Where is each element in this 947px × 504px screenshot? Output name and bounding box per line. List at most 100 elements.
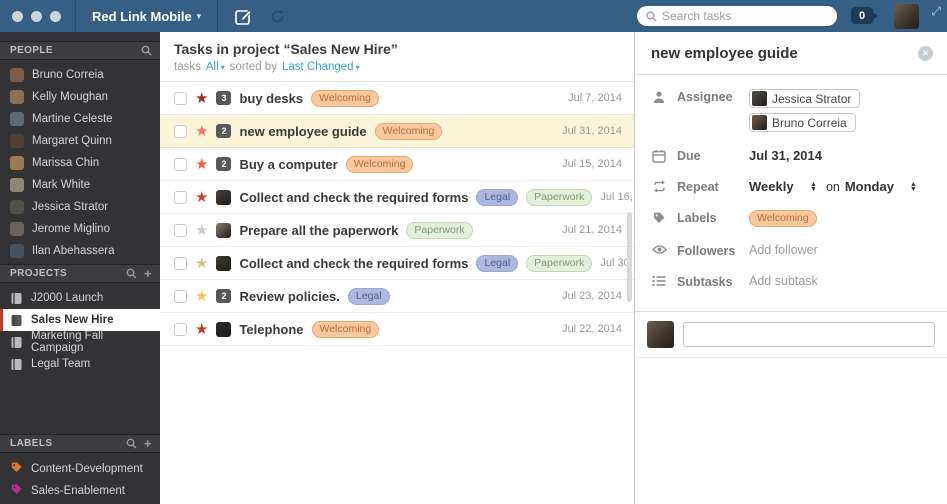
assignee-pill[interactable]: Bruno Correia	[749, 113, 856, 132]
star-icon[interactable]: ★	[195, 289, 208, 304]
task-row[interactable]: ★ Collect and check the required forms Leg…	[160, 247, 660, 280]
add-label-icon[interactable]: +	[144, 436, 152, 451]
window-minimize-button[interactable]	[31, 10, 42, 22]
window-controls[interactable]	[0, 0, 76, 32]
scrollbar-thumb[interactable]	[627, 212, 632, 302]
task-checkbox[interactable]	[174, 157, 187, 171]
task-list-panel: Tasks in project “Sales New Hire” tasks …	[160, 32, 660, 504]
task-row[interactable]: ★ Telephone Welcoming Jul 22, 2014	[160, 313, 634, 346]
sidebar-item-person[interactable]: Margaret Quinn	[0, 130, 160, 152]
task-checkbox[interactable]	[174, 190, 187, 204]
task-row[interactable]: ★ 2 new employee guide Welcoming Jul 31, 201…	[160, 115, 634, 148]
task-row[interactable]: ★ Collect and check the required forms Leg…	[160, 181, 660, 214]
task-row[interactable]: ★ Prepare all the paperwork Paperwork Jul 2…	[160, 214, 634, 247]
add-subtask-button[interactable]: Add subtask	[749, 274, 818, 288]
new-task-button[interactable]	[234, 7, 253, 26]
task-checkbox[interactable]	[174, 322, 187, 336]
repeat-day[interactable]: Monday	[845, 179, 901, 194]
label-chip[interactable]: Welcoming	[374, 122, 443, 140]
avatar	[10, 156, 24, 170]
labels-search-icon[interactable]	[126, 438, 137, 449]
assignee-pill[interactable]: Jessica Strator	[749, 89, 861, 108]
label-chip[interactable]: Legal	[476, 188, 519, 206]
sidebar-item-person[interactable]: Mark White	[0, 174, 160, 196]
label-chip[interactable]: Paperwork	[526, 254, 593, 272]
task-detail-panel: new employee guide ✕ Assignee Jessica St…	[635, 32, 947, 504]
assignee-name: Bruno Correia	[772, 115, 847, 130]
label-chip[interactable]: Legal	[476, 254, 519, 272]
sidebar-item-person[interactable]: Kelly Moughan	[0, 86, 160, 108]
dropdown-arrow-icon: ▾	[220, 62, 225, 72]
repeat-frequency[interactable]: Weekly	[749, 179, 801, 194]
task-row[interactable]: ★ 3 buy desks Welcoming Jul 7, 2014	[160, 82, 634, 115]
notebook-icon	[10, 336, 23, 349]
task-date: Jul 15, 2014	[562, 158, 622, 170]
star-icon[interactable]: ★	[195, 190, 208, 205]
add-follower-button[interactable]: Add follower	[749, 243, 818, 257]
sidebar-item-person[interactable]: Martine Celeste	[0, 108, 160, 130]
sidebar-item-project[interactable]: J2000 Launch	[0, 287, 160, 309]
refresh-button[interactable]	[269, 8, 286, 25]
search-input[interactable]	[662, 9, 828, 23]
sidebar-item-label[interactable]: Sales-Enablement	[0, 480, 160, 502]
person-name: Jessica Strator	[32, 201, 109, 213]
label-chip[interactable]: Legal	[347, 287, 390, 305]
task-row[interactable]: ★ 2 Review policies. Legal Jul 23, 2014	[160, 280, 634, 313]
due-field: Due Jul 31, 2014	[651, 148, 931, 163]
sidebar-item-project[interactable]: Sales New Hire	[0, 309, 160, 331]
task-date: Jul 31, 2014	[562, 125, 622, 137]
people-search-icon[interactable]	[141, 45, 152, 56]
sidebar-item-person[interactable]: Marissa Chin	[0, 152, 160, 174]
star-icon[interactable]: ★	[195, 124, 208, 139]
add-project-icon[interactable]: +	[144, 266, 152, 281]
frequency-stepper[interactable]: ▲ ▼	[810, 181, 817, 193]
search-box[interactable]	[637, 6, 837, 26]
label-chip[interactable]: Welcoming	[749, 210, 817, 227]
task-checkbox[interactable]	[174, 223, 187, 237]
filter-scope-dropdown[interactable]: All ▾	[206, 61, 225, 73]
sidebar-item-person[interactable]: Bruno Correia	[0, 64, 160, 86]
label-chip[interactable]: Welcoming	[345, 155, 414, 173]
due-value[interactable]: Jul 31, 2014	[749, 148, 822, 163]
window-zoom-button[interactable]	[50, 10, 61, 22]
label-chip[interactable]: Welcoming	[311, 89, 379, 107]
person-icon	[651, 90, 667, 104]
workspace-switcher[interactable]: Red Link Mobile ▾	[76, 0, 219, 32]
sidebar-item-project[interactable]: Legal Team	[0, 353, 160, 375]
task-checkbox[interactable]	[174, 124, 187, 138]
task-checkbox[interactable]	[174, 256, 187, 270]
close-icon[interactable]: ✕	[918, 46, 933, 61]
label-chip[interactable]: Paperwork	[526, 188, 593, 206]
task-checkbox[interactable]	[174, 91, 187, 105]
task-title: Review policies.	[239, 288, 340, 304]
star-icon[interactable]: ★	[195, 223, 208, 238]
star-icon[interactable]: ★	[195, 322, 208, 337]
comment-input[interactable]	[683, 322, 935, 347]
user-avatar[interactable]	[894, 4, 919, 29]
star-icon[interactable]: ★	[195, 91, 208, 106]
window-close-button[interactable]	[12, 10, 23, 22]
labels-label: Labels	[677, 211, 717, 225]
notification-badge[interactable]: 0	[851, 7, 878, 24]
sidebar-item-project[interactable]: Marketing Fall Campaign	[0, 330, 160, 354]
tag-icon	[10, 483, 23, 499]
sidebar-item-person[interactable]: Jessica Strator	[0, 196, 160, 218]
due-label: Due	[677, 149, 701, 163]
task-row[interactable]: ★ 2 Buy a computer Welcoming Jul 15, 2014	[160, 148, 634, 181]
star-icon[interactable]: ★	[195, 256, 208, 271]
star-icon[interactable]: ★	[195, 157, 208, 172]
sidebar-item-person[interactable]: Ilan Abehassera	[0, 240, 160, 262]
person-name: Bruno Correia	[32, 69, 104, 81]
project-name: Sales New Hire	[31, 314, 114, 326]
day-stepper[interactable]: ▲ ▼	[910, 181, 917, 193]
person-name: Margaret Quinn	[32, 135, 112, 147]
label-chip[interactable]: Welcoming	[311, 320, 380, 338]
task-checkbox[interactable]	[174, 289, 187, 303]
filter-sort-dropdown[interactable]: Last Changed ▾	[282, 61, 360, 73]
projects-search-icon[interactable]	[126, 268, 137, 279]
label-chip[interactable]: Paperwork	[406, 221, 473, 239]
sidebar-item-label[interactable]: Content-Development	[0, 458, 160, 480]
sidebar-item-person[interactable]: Jerome Miglino	[0, 218, 160, 240]
person-name: Martine Celeste	[32, 113, 113, 125]
expand-window-icon[interactable]: ⤢	[931, 4, 941, 19]
